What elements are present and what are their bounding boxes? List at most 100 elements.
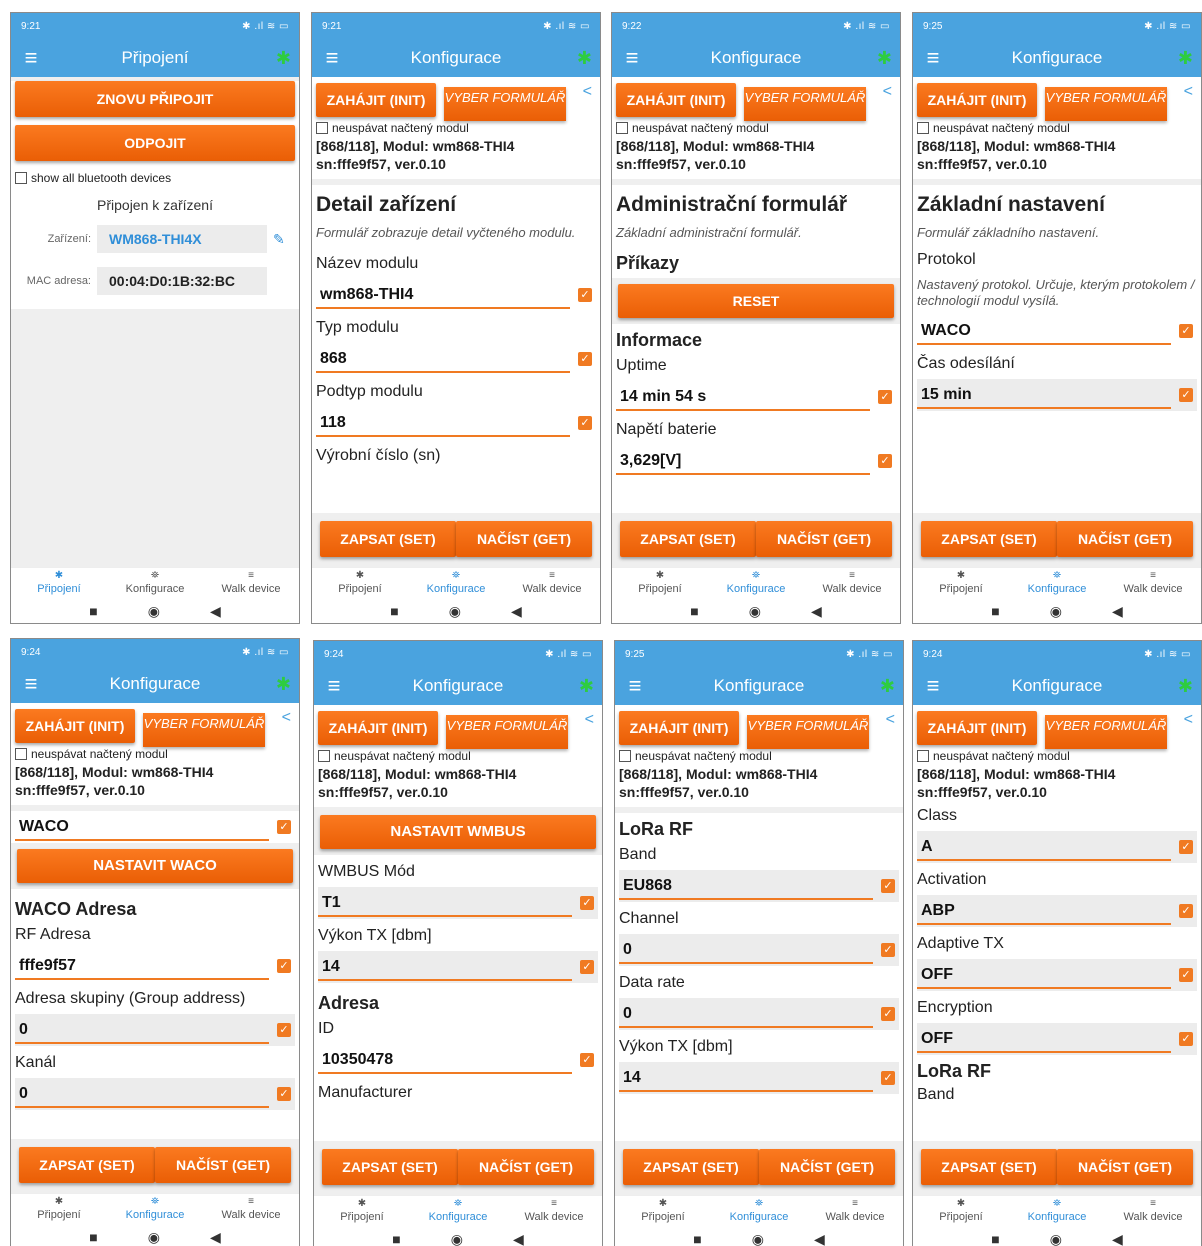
back-icon[interactable]: ◀ [814, 1231, 825, 1246]
recents-icon[interactable]: ■ [693, 1231, 701, 1246]
home-icon[interactable]: ◉ [1050, 603, 1062, 620]
bluetooth-icon[interactable]: ✱ [877, 48, 892, 69]
tx-power-field[interactable]: 14 ✓ [318, 951, 598, 983]
protocol-field[interactable]: WACO ✓ [917, 315, 1197, 347]
check-icon[interactable]: ✓ [578, 352, 592, 366]
group-address-field[interactable]: 0 ✓ [15, 1014, 295, 1046]
no-sleep-checkbox[interactable] [917, 122, 929, 134]
check-icon[interactable]: ✓ [1179, 1032, 1193, 1046]
protocol-field[interactable]: WACO ✓ [15, 811, 295, 843]
nav-pripojeni[interactable]: ✱ Připojení [11, 1194, 107, 1225]
nav-konfigurace[interactable]: ⛯ Konfigurace [708, 568, 804, 599]
home-icon[interactable]: ◉ [1050, 1231, 1062, 1246]
back-icon[interactable]: ◀ [1112, 1231, 1123, 1246]
hamburger-icon[interactable]: ≡ [913, 39, 953, 77]
recents-icon[interactable]: ■ [392, 1231, 400, 1246]
recents-icon[interactable]: ■ [89, 1229, 97, 1245]
back-icon[interactable]: ◀ [513, 1231, 524, 1246]
reconnect-button[interactable]: ZNOVU PŘIPOJIT [15, 81, 295, 117]
init-button[interactable]: ZAHÁJIT (INIT) [917, 83, 1037, 117]
hamburger-icon[interactable]: ≡ [11, 39, 51, 77]
share-icon[interactable]: < [585, 711, 594, 729]
no-sleep-row[interactable]: neuspávat načtený modul [11, 747, 299, 761]
no-sleep-row[interactable]: neuspávat načtený modul [314, 749, 602, 763]
nav-pripojeni[interactable]: ✱ Připojení [312, 568, 408, 599]
set-button[interactable]: ZAPSAT (SET) [320, 521, 456, 557]
set-wmbus-button[interactable]: NASTAVIT WMBUS [320, 815, 596, 849]
check-icon[interactable]: ✓ [881, 879, 895, 893]
set-button[interactable]: ZAPSAT (SET) [620, 521, 756, 557]
select-form-button[interactable]: VYBER FORMULÁŘ [444, 87, 566, 121]
home-icon[interactable]: ◉ [148, 1229, 160, 1246]
bluetooth-icon[interactable]: ✱ [579, 676, 594, 697]
share-icon[interactable]: < [886, 711, 895, 729]
init-button[interactable]: ZAHÁJIT (INIT) [15, 709, 135, 743]
check-icon[interactable]: ✓ [277, 820, 291, 834]
select-form-button[interactable]: VYBER FORMULÁŘ [1045, 715, 1167, 749]
nav-walk-device[interactable]: ≡ Walk device [1105, 1196, 1201, 1227]
nav-konfigurace[interactable]: ⛯ Konfigurace [408, 568, 504, 599]
send-interval-field[interactable]: 15 min ✓ [917, 379, 1197, 411]
recents-icon[interactable]: ■ [89, 603, 97, 619]
hamburger-icon[interactable]: ≡ [913, 667, 953, 705]
check-icon[interactable]: ✓ [878, 390, 892, 404]
check-icon[interactable]: ✓ [1179, 840, 1193, 854]
check-icon[interactable]: ✓ [881, 943, 895, 957]
select-form-button[interactable]: VYBER FORMULÁŘ [446, 715, 568, 749]
reset-button[interactable]: RESET [618, 284, 894, 318]
adaptive-tx-field[interactable]: OFF ✓ [917, 959, 1197, 991]
nav-konfigurace[interactable]: ⛯ Konfigurace [711, 1196, 807, 1227]
hamburger-icon[interactable]: ≡ [11, 665, 51, 703]
pencil-icon[interactable]: ✎ [273, 231, 285, 248]
recents-icon[interactable]: ■ [991, 1231, 999, 1246]
nav-pripojeni[interactable]: ✱ Připojení [913, 1196, 1009, 1227]
home-icon[interactable]: ◉ [148, 603, 160, 620]
no-sleep-row[interactable]: neuspávat načtený modul [913, 749, 1201, 763]
check-icon[interactable]: ✓ [881, 1007, 895, 1021]
set-button[interactable]: ZAPSAT (SET) [921, 521, 1057, 557]
hamburger-icon[interactable]: ≡ [615, 667, 655, 705]
check-icon[interactable]: ✓ [1179, 388, 1193, 402]
check-icon[interactable]: ✓ [1179, 904, 1193, 918]
show-all-checkbox[interactable] [15, 172, 27, 184]
select-form-button[interactable]: VYBER FORMULÁŘ [1045, 87, 1167, 121]
select-form-button[interactable]: VYBER FORMULÁŘ [744, 87, 866, 121]
no-sleep-checkbox[interactable] [616, 122, 628, 134]
tx-power-field[interactable]: 14 ✓ [619, 1062, 899, 1094]
get-button[interactable]: NAČÍST (GET) [759, 1149, 895, 1185]
share-icon[interactable]: < [1184, 83, 1193, 101]
get-button[interactable]: NAČÍST (GET) [456, 521, 592, 557]
nav-walk-device[interactable]: ≡ Walk device [807, 1196, 903, 1227]
check-icon[interactable]: ✓ [1179, 324, 1193, 338]
select-form-button[interactable]: VYBER FORMULÁŘ [747, 715, 869, 749]
recents-icon[interactable]: ■ [991, 603, 999, 619]
bluetooth-icon[interactable]: ✱ [1178, 676, 1193, 697]
get-button[interactable]: NAČÍST (GET) [1057, 521, 1193, 557]
check-icon[interactable]: ✓ [881, 1071, 895, 1085]
check-icon[interactable]: ✓ [578, 416, 592, 430]
home-icon[interactable]: ◉ [451, 1231, 463, 1246]
init-button[interactable]: ZAHÁJIT (INIT) [616, 83, 736, 117]
init-button[interactable]: ZAHÁJIT (INIT) [917, 711, 1037, 745]
select-form-button[interactable]: VYBER FORMULÁŘ [143, 713, 265, 747]
hamburger-icon[interactable]: ≡ [612, 39, 652, 77]
nav-walk-device[interactable]: ≡ Walk device [804, 568, 900, 599]
rf-address-field[interactable]: fffe9f57 ✓ [15, 950, 295, 982]
nav-walk-device[interactable]: ≡ Walk device [203, 1194, 299, 1225]
no-sleep-row[interactable]: neuspávat načtený modul [612, 121, 900, 135]
check-icon[interactable]: ✓ [580, 960, 594, 974]
wmbus-mode-field[interactable]: T1 ✓ [318, 887, 598, 919]
nav-walk-device[interactable]: ≡ Walk device [203, 568, 299, 599]
check-icon[interactable]: ✓ [578, 288, 592, 302]
check-icon[interactable]: ✓ [277, 1087, 291, 1101]
activation-field[interactable]: ABP ✓ [917, 895, 1197, 927]
nav-walk-device[interactable]: ≡ Walk device [506, 1196, 602, 1227]
get-button[interactable]: NAČÍST (GET) [1057, 1149, 1193, 1185]
disconnect-button[interactable]: ODPOJIT [15, 125, 295, 161]
set-button[interactable]: ZAPSAT (SET) [19, 1147, 155, 1183]
back-icon[interactable]: ◀ [210, 1229, 221, 1246]
encryption-field[interactable]: OFF ✓ [917, 1023, 1197, 1055]
check-icon[interactable]: ✓ [580, 896, 594, 910]
check-icon[interactable]: ✓ [878, 454, 892, 468]
get-button[interactable]: NAČÍST (GET) [155, 1147, 291, 1183]
